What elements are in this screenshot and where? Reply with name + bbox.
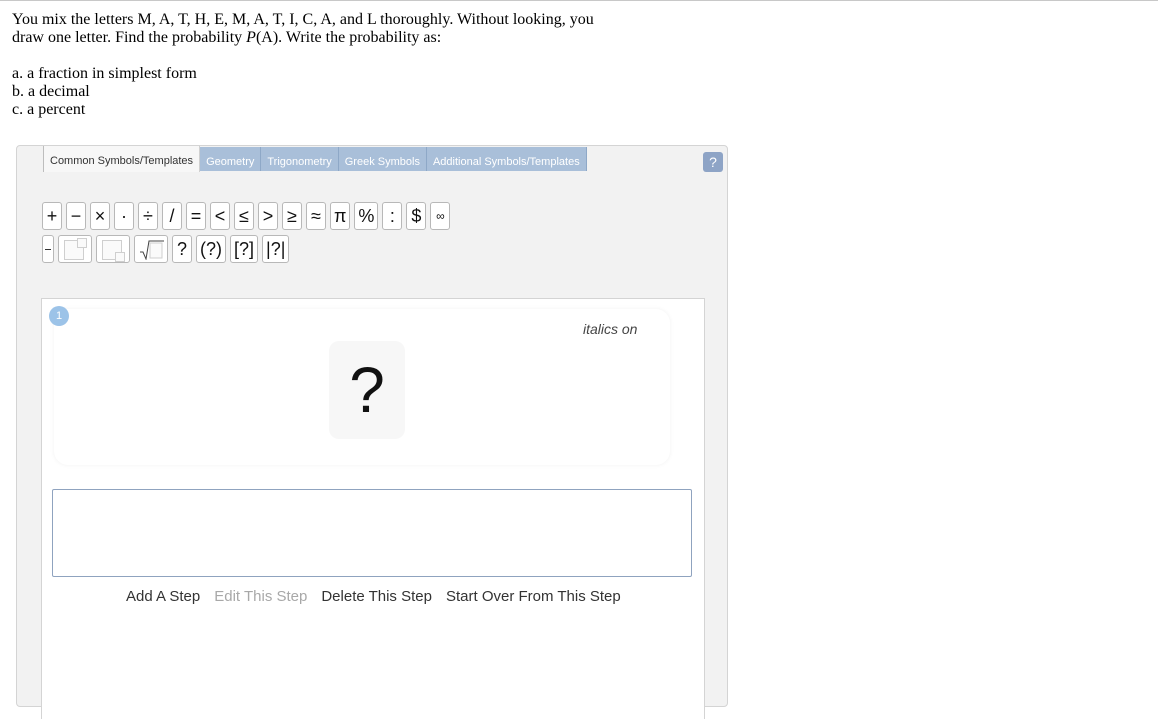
absolute-value-button[interactable]: |?| — [262, 235, 290, 263]
dot-button[interactable]: · — [114, 202, 134, 230]
colon-button[interactable]: : — [382, 202, 403, 230]
equation-editor-panel: Common Symbols/Templates Geometry Trigon… — [16, 145, 728, 719]
question-line-2-end: (A). Write the probability as: — [255, 29, 442, 46]
pi-button[interactable]: π — [330, 202, 351, 230]
start-over-link[interactable]: Start Over From This Step — [446, 588, 621, 605]
parentheses-button[interactable]: (?) — [196, 235, 226, 263]
tab-common-symbols[interactable]: Common Symbols/Templates — [43, 146, 201, 172]
step-number-badge: 1 — [49, 306, 69, 326]
question-line-2-start: draw one letter. Find the probability — [12, 29, 247, 46]
less-than-button[interactable]: < — [210, 202, 230, 230]
times-button[interactable]: × — [90, 202, 110, 230]
add-step-link[interactable]: Add A Step — [126, 588, 200, 605]
tab-additional-symbols[interactable]: Additional Symbols/Templates — [426, 147, 587, 171]
less-equal-button[interactable]: ≤ — [234, 202, 254, 230]
step-card: italics on ? — [54, 309, 670, 465]
plus-button[interactable]: + — [42, 202, 62, 230]
minus-button[interactable]: − — [66, 202, 86, 230]
italics-toggle[interactable]: italics on — [583, 321, 637, 337]
infinity-button[interactable]: ∞ — [430, 202, 451, 230]
step-workarea: italics on ? 1 Add A Step Edit This Step… — [41, 298, 705, 719]
greater-equal-button[interactable]: ≥ — [282, 202, 302, 230]
equals-button[interactable]: = — [186, 202, 206, 230]
option-a: a. a fraction in simplest form — [12, 65, 197, 82]
answer-input[interactable] — [52, 489, 692, 577]
brackets-button[interactable]: [?] — [230, 235, 259, 263]
greater-than-button[interactable]: > — [258, 202, 278, 230]
option-b: b. a decimal — [12, 83, 90, 100]
slash-button[interactable]: / — [162, 202, 182, 230]
edit-step-link: Edit This Step — [214, 588, 308, 605]
square-root-template-button[interactable] — [134, 235, 168, 263]
symbol-row-1: + − × · ÷ / = < ≤ > ≥ ≈ π % : $ ∞ — [42, 202, 451, 230]
tab-greek-symbols[interactable]: Greek Symbols — [338, 147, 427, 171]
question-line-1: You mix the letters M, A, T, H, E, M, A,… — [12, 11, 594, 28]
superscript-template-button[interactable] — [58, 235, 92, 263]
option-c: c. a percent — [12, 101, 86, 118]
tab-geometry[interactable]: Geometry — [200, 147, 262, 171]
question-line-2: draw one letter. Find the probability P(… — [12, 29, 632, 47]
percent-button[interactable]: % — [354, 202, 379, 230]
approx-button[interactable]: ≈ — [306, 202, 326, 230]
top-divider — [0, 0, 1158, 1]
answer-placeholder[interactable]: ? — [329, 341, 405, 439]
probability-symbol: P — [246, 29, 256, 46]
placeholder-button[interactable]: ? — [172, 235, 192, 263]
fraction-template-button[interactable] — [42, 235, 54, 263]
symbol-row-2: ? (?) [?] |?| — [42, 235, 290, 263]
step-actions: Add A Step Edit This Step Delete This St… — [126, 588, 621, 605]
symbol-tabs: Common Symbols/Templates Geometry Trigon… — [43, 146, 587, 172]
question-text: You mix the letters M, A, T, H, E, M, A,… — [12, 11, 632, 119]
divide-button[interactable]: ÷ — [138, 202, 158, 230]
delete-step-link[interactable]: Delete This Step — [321, 588, 432, 605]
tab-trigonometry[interactable]: Trigonometry — [261, 147, 339, 171]
dollar-button[interactable]: $ — [406, 202, 427, 230]
square-root-icon — [140, 240, 164, 260]
subscript-template-button[interactable] — [96, 235, 130, 263]
help-button[interactable]: ? — [703, 152, 723, 172]
